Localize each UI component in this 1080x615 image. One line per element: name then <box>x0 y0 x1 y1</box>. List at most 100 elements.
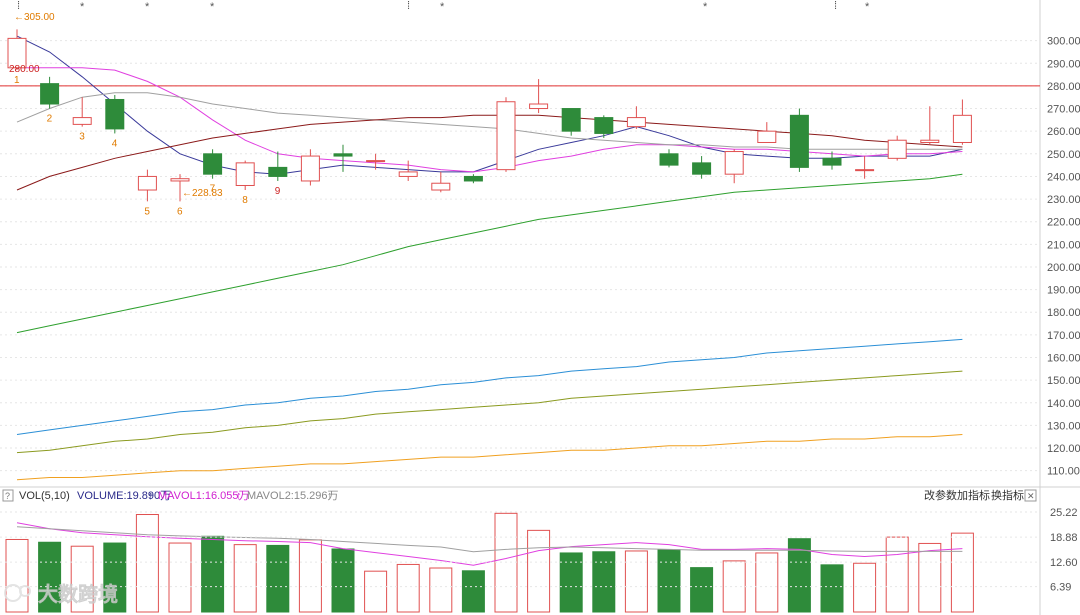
candle[interactable] <box>855 156 875 179</box>
close-icon: ✕ <box>1027 491 1035 501</box>
volume-bars[interactable] <box>5 512 974 613</box>
price-tick-label: 200.00 <box>1047 262 1080 274</box>
candle-body <box>626 117 646 128</box>
volume-bar[interactable] <box>201 535 225 613</box>
price-tick-label: 150.00 <box>1047 375 1080 387</box>
volume-bar[interactable] <box>657 549 681 613</box>
volume-bar[interactable] <box>266 544 290 613</box>
volume-bar[interactable] <box>592 551 616 613</box>
volume-tick-label: 12.60 <box>1050 557 1078 569</box>
volume-bar[interactable] <box>396 563 420 613</box>
volume-bar[interactable] <box>494 512 518 613</box>
candle-body <box>268 166 288 177</box>
candle-number-label: 8 <box>242 195 248 206</box>
marker-star: * <box>145 1 150 13</box>
volume-bar[interactable] <box>429 567 453 613</box>
indicator-buttons: 改参数 加指标 换指标 ✕ <box>924 488 1037 502</box>
volume-bar[interactable] <box>135 514 159 613</box>
candle-body <box>137 175 157 191</box>
volume-bar[interactable] <box>461 570 485 613</box>
candle[interactable] <box>594 115 614 138</box>
candle-number-label: 5 <box>144 206 150 217</box>
volume-bar[interactable] <box>853 562 877 613</box>
price-tick-label: 110.00 <box>1047 466 1080 478</box>
price-tick-label: 220.00 <box>1047 217 1080 229</box>
candle[interactable] <box>235 160 255 191</box>
volume-bar[interactable] <box>331 548 355 613</box>
volume-bar[interactable] <box>624 550 648 613</box>
mavol2-arrow: ↑ <box>327 490 333 502</box>
candle-body <box>496 101 516 171</box>
candle[interactable] <box>626 106 646 129</box>
candle[interactable] <box>40 76 60 109</box>
candle-body <box>692 162 712 175</box>
candle[interactable] <box>952 99 972 145</box>
volume-bar[interactable] <box>918 542 942 613</box>
ma-line-6 <box>16 370 963 454</box>
volume-bar[interactable] <box>820 564 844 613</box>
stock-chart: 12345 6789 300.00290.00280.00270.00260.00… <box>0 0 1080 615</box>
edit-params-button[interactable]: 改参数 <box>924 488 957 502</box>
candle[interactable] <box>496 97 516 172</box>
candle-body <box>887 139 907 159</box>
volume-bar[interactable] <box>527 529 551 613</box>
volume-bar[interactable] <box>364 570 388 613</box>
candle[interactable] <box>659 149 679 168</box>
candle-body <box>105 98 125 130</box>
candle-body <box>40 83 60 105</box>
price-tick-label: 140.00 <box>1047 398 1080 410</box>
volume-bar[interactable] <box>950 532 974 613</box>
candle-body <box>822 157 842 166</box>
volume-bar[interactable] <box>168 542 192 613</box>
volume-bar[interactable] <box>298 539 322 613</box>
candle[interactable] <box>920 106 940 145</box>
candle[interactable] <box>72 97 92 127</box>
candle[interactable] <box>724 149 744 184</box>
marker-star: * <box>703 1 708 13</box>
candle[interactable] <box>300 149 320 186</box>
candle[interactable] <box>529 79 549 114</box>
marker-row: ⁞ * * * ⁞ * * ⁞ * <box>17 0 870 13</box>
candle[interactable] <box>137 169 157 202</box>
candle[interactable] <box>463 174 483 184</box>
candle-body <box>724 151 744 175</box>
price-axis: 300.00 290.00 280.00 270.00 260.00 250.00 240.… <box>1047 36 1080 478</box>
candle-body <box>235 162 255 186</box>
candle-body <box>561 108 581 132</box>
candle-body <box>594 117 614 134</box>
candle[interactable] <box>105 94 125 134</box>
volume-tick-label: 18.88 <box>1050 532 1078 544</box>
candle[interactable] <box>789 108 809 172</box>
marker-dash: ⁞ <box>407 0 410 12</box>
candle[interactable] <box>692 156 712 179</box>
candle-body <box>789 114 809 168</box>
candle-number-label: 4 <box>112 138 118 149</box>
candle-number-label: 6 <box>177 206 183 217</box>
candle-body <box>952 114 972 143</box>
candle[interactable] <box>203 149 223 179</box>
add-indicator-button[interactable]: 加指标 <box>957 488 990 502</box>
candle-body <box>300 155 320 182</box>
price-tick-label: 270.00 <box>1047 104 1080 116</box>
watermark-text: 大数跨境 <box>38 582 118 606</box>
marker-dash: ⁞ <box>17 0 20 12</box>
volume-bar[interactable] <box>690 567 714 613</box>
candle-body <box>463 175 483 182</box>
candle[interactable] <box>757 122 777 143</box>
price-tick-label: 120.00 <box>1047 443 1080 455</box>
volume-bar[interactable] <box>233 544 257 613</box>
low-label: ←228.83 <box>182 188 223 199</box>
marker-dash: ⁞ <box>834 0 837 12</box>
candle[interactable] <box>887 135 907 161</box>
candle[interactable] <box>268 151 288 181</box>
candle-body <box>757 130 777 143</box>
candle[interactable] <box>398 160 418 181</box>
volume-bar[interactable] <box>885 536 909 613</box>
candle[interactable] <box>431 171 451 193</box>
candle-body <box>333 153 353 157</box>
candle[interactable] <box>333 144 353 172</box>
switch-indicator-button[interactable]: 换指标 <box>991 488 1024 502</box>
volume-tick-label: 25.22 <box>1050 507 1078 519</box>
candle[interactable] <box>561 108 581 136</box>
ma-line-5 <box>16 338 963 435</box>
